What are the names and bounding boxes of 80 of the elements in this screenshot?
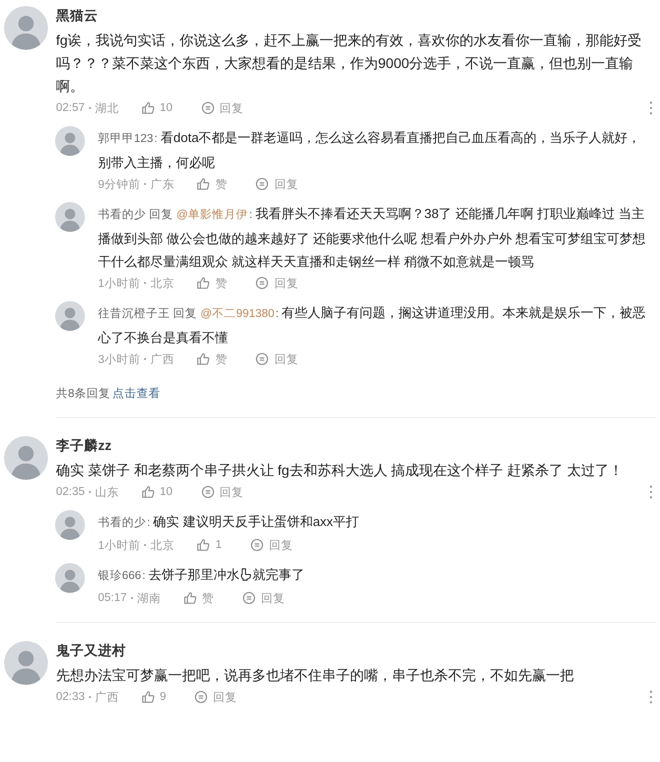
avatar[interactable] <box>4 436 48 480</box>
timestamp: 3小时前 <box>98 352 140 366</box>
reply-link[interactable]: 回复 <box>220 484 244 500</box>
reply-author-link[interactable]: 郭甲甲123 <box>98 133 154 145</box>
reply-link[interactable]: 回复 <box>260 590 285 606</box>
reply-link[interactable]: 回复 <box>213 690 238 704</box>
avatar[interactable] <box>55 126 85 156</box>
avatar[interactable] <box>55 202 85 232</box>
timestamp: 02:33 <box>56 691 85 703</box>
author-name[interactable]: 李子麟zz <box>56 436 650 456</box>
thumbs-up-icon[interactable] <box>140 690 155 704</box>
more-icon[interactable] <box>649 485 653 499</box>
reply-icon[interactable] <box>200 101 215 115</box>
mention-link[interactable]: @不二991380 <box>200 308 274 320</box>
reply-author-link[interactable]: 往昔沉橙子王 <box>98 308 170 320</box>
reply-text: 书看的少: 确实 建议明天反手让蛋饼和axx平打 <box>98 513 360 531</box>
location: 广东 <box>150 177 174 192</box>
reply-author-link[interactable]: 书看的少 <box>98 209 146 221</box>
timestamp: 02:35 <box>56 486 85 498</box>
reply-link[interactable]: 回复 <box>220 100 244 116</box>
thumbs-up-icon[interactable] <box>140 485 155 499</box>
reply-icon[interactable] <box>255 276 270 290</box>
reply-icon[interactable] <box>255 352 270 366</box>
reply-text: 往昔沉橙子王 回复 @不二991380: 有些人脑子有问题，搁这讲道理没用。本来就是娱乐一下，被恶心了不换台是真看不懂 <box>98 304 647 347</box>
reply-icon[interactable] <box>200 485 215 499</box>
comment-text: fg诶，我说句实话，你说这么多，赶不上赢一把来的有效，喜欢你的水友看你一直输，那能好受吗？？？菜不菜这个东西，大家想看的是结果，作为9000分选手，不说一直赢，但也别一直输啊。 <box>56 31 643 96</box>
like-count[interactable]: 9 <box>160 691 166 703</box>
thumbs-up-icon[interactable] <box>140 101 155 115</box>
avatar[interactable] <box>4 6 48 50</box>
reply-author-link[interactable]: 书看的少 <box>98 517 146 529</box>
location: 广西 <box>150 352 174 366</box>
avatar[interactable] <box>55 301 85 331</box>
comment-text: 先想办法宝可梦赢一把吧，说再多也堵不住串子的嘴，串子也杀不完，不如先赢一把 <box>56 666 575 685</box>
reply-icon[interactable] <box>250 538 264 552</box>
location: 北京 <box>150 276 174 290</box>
thumbs-up-icon[interactable] <box>196 352 210 366</box>
avatar[interactable] <box>4 641 48 685</box>
more-icon[interactable] <box>649 101 653 115</box>
reply-link[interactable]: 回复 <box>268 538 293 552</box>
like-count[interactable]: 10 <box>160 486 173 498</box>
timestamp: 02:57 <box>56 102 85 114</box>
reply-link[interactable]: 回复 <box>274 352 298 366</box>
reply-icon[interactable] <box>242 591 256 605</box>
view-replies-link[interactable]: 点击查看 <box>112 388 160 400</box>
thumbs-up-icon[interactable] <box>182 591 197 605</box>
timestamp: 1小时前 <box>98 276 140 290</box>
like-count[interactable]: 10 <box>160 102 173 114</box>
timestamp: 05:17 <box>98 592 127 604</box>
reply-count: 共8条回复 <box>56 388 110 400</box>
comment-text: 确实 菜饼子 和老蔡两个串子拱火让 fg去和苏科大选人 搞成现在这个样子 赶紧杀了 太过了！ <box>56 461 624 480</box>
avatar[interactable] <box>55 510 85 540</box>
more-icon[interactable] <box>649 690 653 704</box>
reply-link[interactable]: 回复 <box>274 176 298 192</box>
reply-link[interactable]: 回复 <box>274 276 298 290</box>
avatar[interactable] <box>55 563 85 593</box>
like-count[interactable]: 赞 <box>215 276 228 290</box>
thumbs-up-icon[interactable] <box>196 177 210 191</box>
timestamp: 9分钟前 <box>98 178 140 192</box>
like-count[interactable]: 1 <box>215 539 222 551</box>
author-name[interactable]: 鬼子又进村 <box>56 641 650 661</box>
author-name[interactable]: 黑猫云 <box>56 6 650 26</box>
like-count[interactable]: 赞 <box>215 176 228 192</box>
like-count[interactable]: 赞 <box>202 590 214 606</box>
thumbs-up-icon[interactable] <box>196 538 210 552</box>
location: 湖南 <box>136 592 161 606</box>
reply-icon[interactable] <box>255 177 270 191</box>
reply-text: 郭甲甲123: 看dota不都是一群老逼吗，怎么这么容易看直播把自己血压看高的，当乐子人就好，别带入主播，何必呢 <box>98 129 642 172</box>
thumbs-up-icon[interactable] <box>196 276 210 290</box>
mention-link[interactable]: @单影惟月伊 <box>176 209 248 221</box>
timestamp: 1小时前 <box>98 538 140 552</box>
reply-author-link[interactable]: 银珍666 <box>98 570 142 582</box>
location: 广西 <box>94 690 119 704</box>
toilet-icon <box>239 568 252 581</box>
location: 北京 <box>150 538 174 552</box>
reply-text: 银珍666: 去饼子那里冲水 就完事了 <box>98 566 306 584</box>
location: 山东 <box>94 486 119 500</box>
reply-text: 书看的少 回复 @单影惟月伊: 我看胖头不捧看还天天骂啊？38了 还能播几年啊 打职业巅峰过 当主播做到头部 做公会也做的越来越好了 还能要求他什么呢 想看户外办户外 想看宝可梦组宝可梦想干什么都尽量满组观众 就这样天天直播和走钢丝一样 稍微不如意就是一顿骂 <box>98 205 646 271</box>
location: 湖北 <box>94 102 119 116</box>
reply-icon[interactable] <box>194 690 208 704</box>
like-count[interactable]: 赞 <box>215 352 228 366</box>
